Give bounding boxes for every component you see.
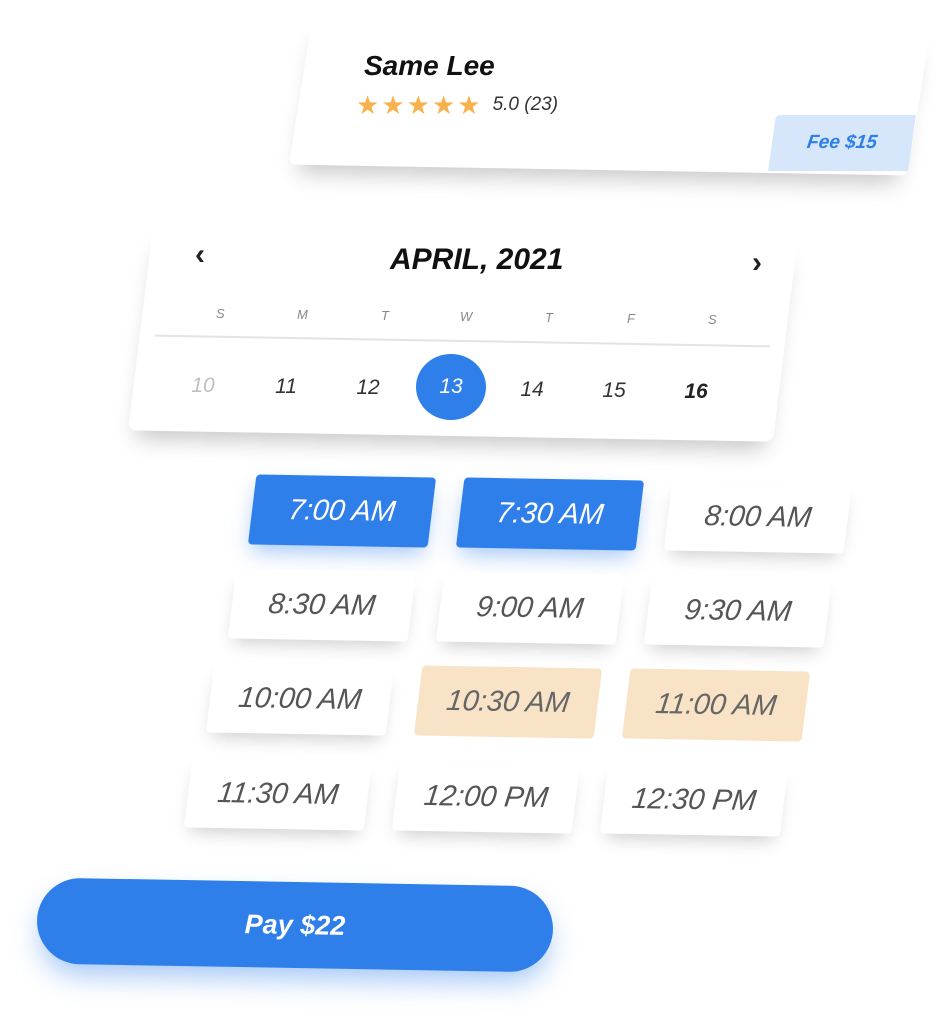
time-slot-unavailable[interactable]: 11:00 AM — [621, 668, 811, 742]
chevron-right-icon[interactable]: › — [752, 248, 762, 278]
time-slot[interactable]: 9:00 AM — [435, 571, 625, 645]
rating-text: 5.0 (23) — [492, 94, 559, 115]
calendar-day[interactable]: 10 — [178, 374, 228, 398]
time-slot[interactable]: 10:00 AM — [205, 662, 395, 736]
weekday-label: W — [460, 309, 473, 324]
calendar-day[interactable]: 11 — [261, 375, 311, 399]
time-slot[interactable]: 12:00 PM — [391, 760, 581, 834]
star-icon: ★ — [431, 90, 456, 120]
star-icon: ★ — [406, 90, 430, 120]
pay-button[interactable]: Pay $22 — [36, 877, 554, 973]
calendar-day-selected[interactable]: 13 — [416, 354, 486, 420]
calendar-day[interactable]: 15 — [589, 379, 639, 403]
fee-badge: Fee $15 — [768, 115, 916, 171]
star-icon: ★ — [457, 90, 481, 120]
weekday-label: T — [545, 310, 553, 325]
time-slot-unavailable[interactable]: 10:30 AM — [413, 665, 603, 739]
time-slot[interactable]: 12:30 PM — [599, 763, 789, 837]
rating: ★ ★ ★ ★ ★ 5.0 (23) — [356, 92, 558, 118]
weekday-label: S — [708, 312, 717, 327]
time-slot[interactable]: 8:30 AM — [227, 568, 417, 642]
time-slot-selected[interactable]: 7:30 AM — [455, 477, 645, 551]
chevron-left-icon[interactable]: ‹ — [195, 240, 205, 270]
calendar-day[interactable]: 12 — [343, 376, 393, 400]
time-slot[interactable]: 9:30 AM — [643, 574, 833, 648]
provider-name: Same Lee — [364, 50, 495, 81]
weekday-label: M — [297, 307, 308, 322]
star-icon: ★ — [381, 90, 405, 120]
weekday-label: S — [216, 306, 225, 321]
calendar-day[interactable]: 16 — [671, 380, 721, 404]
month-title: APRIL, 2021 — [390, 243, 564, 276]
time-slot-selected[interactable]: 7:00 AM — [247, 474, 437, 548]
time-slot[interactable]: 8:00 AM — [663, 480, 853, 554]
time-slot[interactable]: 11:30 AM — [183, 757, 373, 831]
star-icon: ★ — [356, 90, 380, 120]
weekday-label: T — [381, 308, 389, 323]
calendar-day[interactable]: 14 — [507, 378, 557, 402]
booking-screen: Same Lee ★ ★ ★ ★ ★ 5.0 (23) Fee $15 ‹ AP… — [0, 0, 948, 1023]
weekday-label: F — [627, 311, 635, 326]
